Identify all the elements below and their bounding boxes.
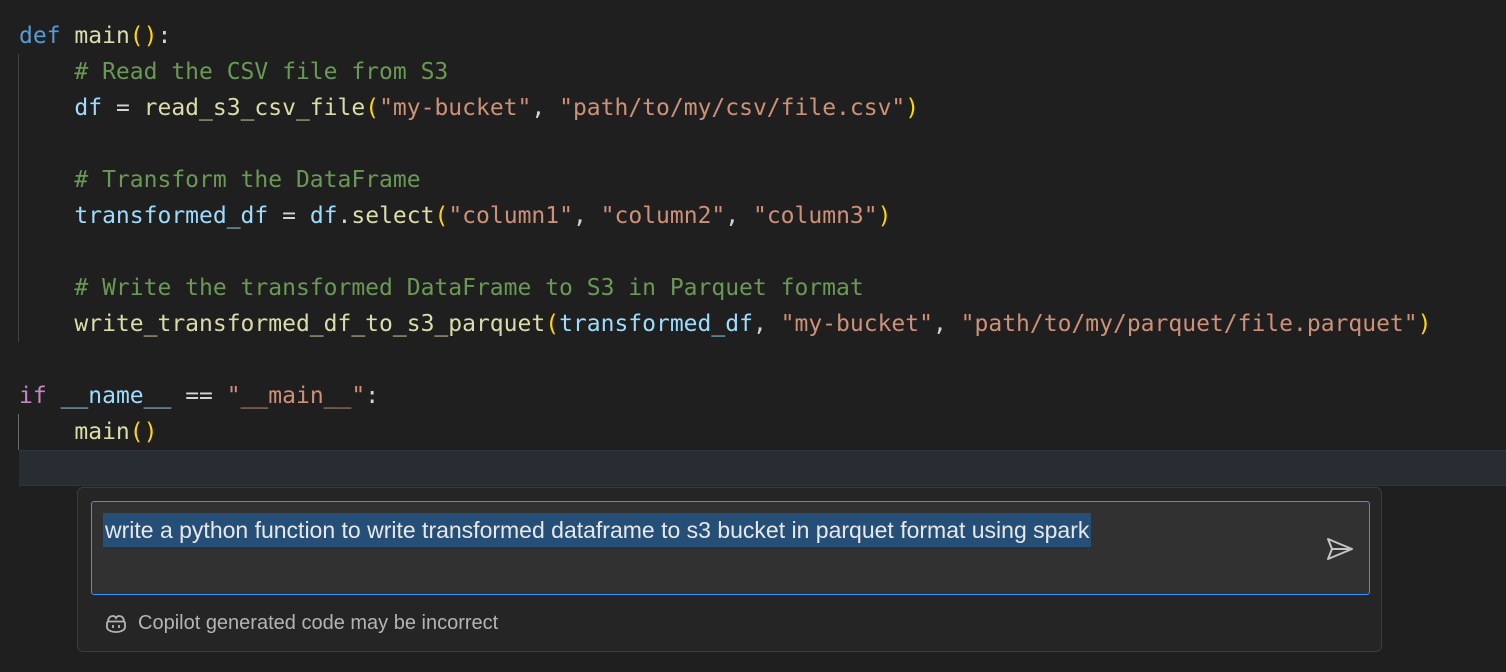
function-call: main [74, 419, 130, 445]
paren-open: ( [129, 419, 144, 445]
keyword-def: def [19, 23, 61, 49]
comment: # Read the CSV file from S3 [74, 59, 449, 85]
selected-prompt-text: write a python function to write transfo… [103, 513, 1092, 547]
keyword-if: if [19, 383, 47, 409]
current-line-highlight [19, 450, 1506, 486]
separator: , [531, 95, 560, 121]
string-arg: "my-bucket" [780, 311, 933, 337]
operator: = [102, 95, 144, 121]
variable: transformed_df [74, 203, 269, 229]
function-name: main [74, 23, 130, 49]
chat-prompt-input[interactable]: write a python function to write transfo… [91, 501, 1370, 595]
code-line-9[interactable]: write_transformed_df_to_s3_parquet(trans… [19, 306, 1432, 342]
operator: = [268, 203, 310, 229]
comment: # Transform the DataFrame [74, 167, 421, 193]
chat-disclaimer: Copilot generated code may be incorrect [104, 609, 498, 637]
colon: : [365, 383, 380, 409]
paren-close: ) [143, 23, 158, 49]
paren-open: ( [545, 311, 560, 337]
separator: , [725, 203, 753, 229]
code-line-8[interactable]: # Write the transformed DataFrame to S3 … [19, 270, 864, 306]
string-arg: "path/to/my/csv/file.csv" [559, 95, 906, 121]
paren-close: ) [877, 203, 892, 229]
code-line-2[interactable]: # Read the CSV file from S3 [19, 54, 448, 90]
copilot-icon [104, 611, 128, 635]
paren-open: ( [434, 203, 449, 229]
chat-prompt-text[interactable]: write a python function to write transfo… [103, 510, 1303, 550]
dot: . [337, 203, 352, 229]
code-line-11[interactable]: if __name__ == "__main__": [19, 378, 379, 414]
variable: __name__ [60, 383, 172, 409]
send-button[interactable] [1323, 534, 1357, 564]
code-line-1[interactable]: def main(): [19, 18, 171, 54]
paren-close: ) [905, 95, 920, 121]
string-arg: "column2" [600, 203, 726, 229]
string-literal: "__main__" [226, 383, 366, 409]
string-arg: "my-bucket" [379, 95, 532, 121]
paren-close: ) [1417, 311, 1432, 337]
send-icon [1327, 538, 1353, 560]
string-arg: "column3" [752, 203, 878, 229]
code-line-12[interactable]: main() [19, 414, 158, 450]
colon: : [157, 23, 172, 49]
code-line-3[interactable]: df = read_s3_csv_file("my-bucket", "path… [19, 90, 919, 126]
copilot-inline-chat: write a python function to write transfo… [77, 487, 1382, 652]
function-call: read_s3_csv_file [143, 95, 366, 121]
paren-open: ( [365, 95, 380, 121]
method-call: select [351, 203, 435, 229]
separator: , [752, 311, 781, 337]
paren-open: ( [129, 23, 144, 49]
object: df [309, 203, 338, 229]
function-call: write_transformed_df_to_s3_parquet [74, 311, 546, 337]
variable-arg: transformed_df [559, 311, 753, 337]
operator: == [171, 383, 227, 409]
string-arg: "column1" [448, 203, 573, 229]
disclaimer-text: Copilot generated code may be incorrect [138, 611, 499, 634]
variable: df [74, 95, 103, 121]
string-arg: "path/to/my/parquet/file.parquet" [960, 311, 1418, 337]
paren-close: ) [143, 419, 158, 445]
separator: , [572, 203, 601, 229]
comment: # Write the transformed DataFrame to S3 … [74, 275, 864, 301]
code-line-5[interactable]: # Transform the DataFrame [19, 162, 421, 198]
code-line-6[interactable]: transformed_df = df.select("column1", "c… [19, 198, 891, 234]
separator: , [932, 311, 961, 337]
